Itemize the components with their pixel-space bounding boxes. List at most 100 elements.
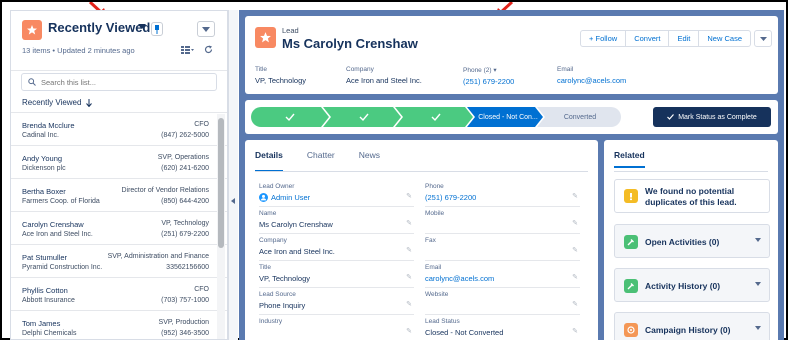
- more-actions-button[interactable]: [754, 30, 772, 47]
- open-activities-card[interactable]: Open Activities (0): [614, 224, 770, 258]
- list-item[interactable]: Carolyn Crenshaw Ace Iron and Steel Inc.…: [11, 211, 227, 244]
- list-item-role: VP, Technology: [161, 220, 209, 227]
- edit-pencil-icon[interactable]: ✎: [406, 300, 412, 308]
- list-item-company: Ace Iron and Steel Inc.: [22, 231, 93, 238]
- campaign-icon: [624, 323, 638, 337]
- edit-pencil-icon[interactable]: ✎: [406, 246, 412, 254]
- list-search[interactable]: [21, 73, 217, 91]
- list-view-title[interactable]: Recently Viewed: [48, 20, 150, 35]
- edit-pencil-icon[interactable]: ✎: [406, 327, 412, 335]
- warning-icon: [624, 189, 638, 203]
- field-label: Industry: [259, 318, 283, 325]
- field-value[interactable]: (251) 679-2200: [425, 193, 476, 202]
- list-item[interactable]: Pat Stumuller Pyramid Construction Inc. …: [11, 244, 227, 277]
- chevron-down-icon[interactable]: [755, 282, 761, 286]
- list-item-name[interactable]: Carolyn Crenshaw: [22, 220, 84, 229]
- path-step-current[interactable]: Closed - Not Con...: [467, 107, 543, 127]
- pin-icon[interactable]: [151, 22, 163, 36]
- detail-tabs: Details Chatter News: [255, 150, 404, 172]
- chevron-down-icon[interactable]: [755, 238, 761, 242]
- avatar-icon: [259, 193, 268, 202]
- highlight-phone-label[interactable]: Phone (2) ▾: [463, 66, 514, 74]
- tab-news[interactable]: News: [359, 150, 380, 172]
- list-item-phone: (620) 241-6200: [161, 165, 209, 172]
- lead-icon: [22, 20, 42, 40]
- tab-related[interactable]: Related: [614, 150, 645, 168]
- path-step-next[interactable]: Converted: [537, 107, 621, 127]
- list-item[interactable]: Tom James Delphi Chemicals SVP, Producti…: [11, 310, 227, 339]
- edit-pencil-icon[interactable]: ✎: [572, 327, 578, 335]
- list-item-company: Farmers Coop. of Florida: [22, 198, 100, 205]
- list-item-company: Cadinal Inc.: [22, 132, 59, 139]
- edit-button[interactable]: Edit: [668, 30, 700, 47]
- list-item-name[interactable]: Andy Young: [22, 154, 62, 163]
- list-view-subtitle: 13 items • Updated 2 minutes ago: [22, 46, 135, 55]
- highlight-email-value[interactable]: carolync@acels.com: [557, 76, 626, 85]
- field-value-owner[interactable]: Admin User: [259, 193, 310, 202]
- edit-pencil-icon[interactable]: ✎: [406, 273, 412, 281]
- campaign-history-card[interactable]: Campaign History (0): [614, 312, 770, 340]
- campaign-history-title[interactable]: Campaign History (0): [645, 325, 731, 335]
- list-scrollbar-thumb[interactable]: [218, 118, 224, 248]
- tab-details[interactable]: Details: [255, 150, 283, 172]
- list-item[interactable]: Phyllis Cotton Abbott Insurance CFO (703…: [11, 277, 227, 310]
- path-step-completed[interactable]: [395, 107, 473, 127]
- activity-history-card[interactable]: Activity History (0): [614, 268, 770, 302]
- list-view-caret-icon[interactable]: [138, 24, 146, 29]
- highlight-title: Title VP, Technology: [255, 66, 306, 85]
- tab-chatter[interactable]: Chatter: [307, 150, 335, 172]
- open-activities-title[interactable]: Open Activities (0): [645, 237, 719, 247]
- field-phone: Phone (251) 679-2200 ✎: [425, 181, 580, 207]
- convert-button[interactable]: Convert: [625, 30, 670, 47]
- list-view-panel: Recently Viewed 13 items • Updated 2 min…: [10, 10, 228, 340]
- mark-status-complete-button[interactable]: Mark Status as Complete: [653, 107, 771, 127]
- owner-name[interactable]: Admin User: [271, 193, 310, 202]
- field-industry: Industry ✎: [259, 316, 414, 340]
- new-case-button[interactable]: New Case: [698, 30, 751, 47]
- list-item-name[interactable]: Tom James: [22, 319, 60, 328]
- path-step-completed[interactable]: [251, 107, 329, 127]
- list-item[interactable]: Bertha Boxer Farmers Coop. of Florida Di…: [11, 178, 227, 211]
- edit-pencil-icon[interactable]: ✎: [406, 219, 412, 227]
- tab-divider: [614, 171, 768, 172]
- list-item[interactable]: Andy Young Dickenson plc SVP, Operations…: [11, 145, 227, 178]
- split-view-divider[interactable]: [228, 10, 238, 340]
- checkmark-icon: [667, 114, 675, 120]
- list-item-name[interactable]: Phyllis Cotton: [22, 286, 68, 295]
- field-value: VP, Technology: [259, 274, 311, 283]
- list-view-menu-button[interactable]: [197, 21, 215, 37]
- list-item-role: SVP, Production: [158, 319, 209, 326]
- highlight-company: Company Ace Iron and Steel Inc.: [346, 66, 422, 85]
- related-card: Related We found no potential duplicates…: [604, 140, 778, 340]
- edit-pencil-icon[interactable]: ✎: [572, 246, 578, 254]
- screenshot-frame: Recently Viewed 13 items • Updated 2 min…: [0, 0, 788, 340]
- field-label: Email: [425, 264, 442, 271]
- field-label: Phone: [425, 183, 444, 190]
- highlights-panel: Title VP, Technology Company Ace Iron an…: [255, 66, 775, 94]
- edit-pencil-icon[interactable]: ✎: [572, 219, 578, 227]
- edit-pencil-icon[interactable]: ✎: [572, 273, 578, 281]
- field-label: Website: [425, 291, 449, 298]
- chevron-down-icon[interactable]: [755, 326, 761, 330]
- highlight-title-value: VP, Technology: [255, 76, 307, 85]
- field-value[interactable]: carolync@acels.com: [425, 274, 494, 283]
- table-view-icon[interactable]: [181, 45, 194, 54]
- activity-history-title[interactable]: Activity History (0): [645, 281, 720, 291]
- edit-pencil-icon[interactable]: ✎: [572, 192, 578, 200]
- list-item-name[interactable]: Brenda Mcclure: [22, 121, 75, 130]
- tab-divider: [255, 171, 588, 172]
- edit-pencil-icon[interactable]: ✎: [572, 300, 578, 308]
- list-item-name[interactable]: Bertha Boxer: [22, 187, 66, 196]
- highlight-phone-value[interactable]: (251) 679-2200: [463, 77, 514, 86]
- list-column-header[interactable]: Recently Viewed: [22, 98, 93, 107]
- refresh-icon[interactable]: [204, 45, 213, 54]
- path-step-current-label: Closed - Not Con...: [478, 113, 538, 121]
- follow-button[interactable]: + Follow: [580, 30, 627, 47]
- collapse-arrow-icon[interactable]: [230, 198, 236, 204]
- list-item[interactable]: Brenda Mcclure Cadinal Inc. CFO (847) 26…: [11, 112, 227, 145]
- history-icon: [624, 279, 638, 293]
- path-step-completed[interactable]: [323, 107, 401, 127]
- edit-pencil-icon[interactable]: ✎: [406, 192, 412, 200]
- search-input[interactable]: [41, 77, 201, 87]
- list-item-name[interactable]: Pat Stumuller: [22, 253, 67, 262]
